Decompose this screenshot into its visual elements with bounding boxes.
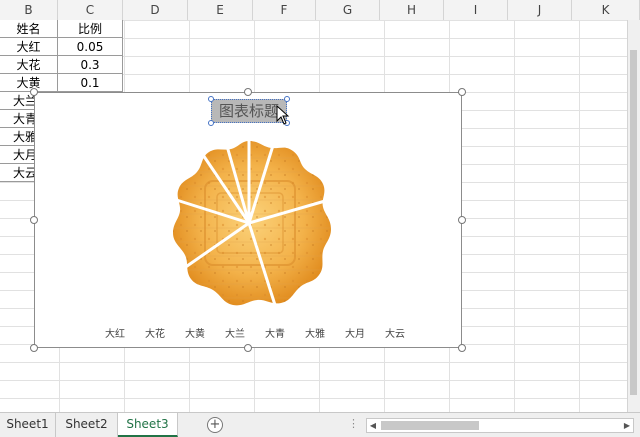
resize-handle-right[interactable]	[458, 216, 466, 224]
legend-item[interactable]: 大雅	[305, 325, 325, 340]
column-header-c[interactable]: C	[58, 0, 123, 20]
legend-item[interactable]: 大兰	[225, 325, 245, 340]
splitter-dots-icon[interactable]: ⋮	[348, 417, 359, 430]
resize-handle-left[interactable]	[30, 216, 38, 224]
pie-plot[interactable]	[163, 137, 335, 309]
ratio-cell[interactable]: 0.1	[58, 74, 123, 92]
vertical-scrollbar[interactable]	[627, 20, 640, 412]
mouse-cursor-icon	[276, 105, 290, 125]
resize-handle-bottom-right[interactable]	[458, 344, 466, 352]
name-cell[interactable]: 大红	[0, 38, 58, 56]
header-cell-name[interactable]: 姓名	[0, 20, 58, 38]
horizontal-scroll-thumb[interactable]	[381, 421, 479, 430]
column-header-b[interactable]: B	[0, 0, 58, 20]
column-header-row: B C D E F G H I J K	[0, 0, 640, 21]
sheet-tab[interactable]: Sheet2	[56, 413, 118, 437]
column-header-e[interactable]: E	[188, 0, 253, 20]
name-cell[interactable]: 大花	[0, 56, 58, 74]
resize-handle-bottom[interactable]	[244, 344, 252, 352]
ratio-cell[interactable]: 0.05	[58, 38, 123, 56]
vertical-scroll-thumb[interactable]	[630, 50, 637, 395]
column-header-g[interactable]: G	[316, 0, 380, 20]
sheet-tab-bar: Sheet1 Sheet2 Sheet3 + ⋮ ◀ ▶	[0, 412, 640, 437]
scroll-left-icon[interactable]: ◀	[367, 419, 379, 432]
add-sheet-icon[interactable]: +	[207, 417, 223, 433]
legend-item[interactable]: 大黄	[185, 325, 205, 340]
legend-item[interactable]: 大月	[345, 325, 365, 340]
ratio-cell[interactable]: 0.3	[58, 56, 123, 74]
sheet-tab-active[interactable]: Sheet3	[118, 413, 178, 437]
legend-item[interactable]: 大云	[385, 325, 405, 340]
title-handle[interactable]	[208, 120, 214, 126]
sheet-tab[interactable]: Sheet1	[0, 413, 56, 437]
pie-chart[interactable]: 图表标题 大红 大花 大黄 大兰 大青 大雅 大月 大云	[30, 88, 466, 352]
column-header-i[interactable]: I	[444, 0, 508, 20]
legend-item[interactable]: 大青	[265, 325, 285, 340]
title-handle[interactable]	[208, 96, 214, 102]
resize-handle-top[interactable]	[244, 88, 252, 96]
title-handle[interactable]	[284, 96, 290, 102]
legend-item[interactable]: 大花	[145, 325, 165, 340]
column-header-d[interactable]: D	[123, 0, 188, 20]
horizontal-scrollbar[interactable]: ◀ ▶	[366, 418, 634, 433]
legend-item[interactable]: 大红	[105, 325, 125, 340]
chart-legend[interactable]: 大红 大花 大黄 大兰 大青 大雅 大月 大云	[97, 325, 417, 341]
resize-handle-top-right[interactable]	[458, 88, 466, 96]
header-cell-ratio[interactable]: 比例	[58, 20, 123, 38]
column-header-h[interactable]: H	[380, 0, 444, 20]
scroll-right-icon[interactable]: ▶	[621, 419, 633, 432]
name-cell[interactable]: 大黄	[0, 74, 58, 92]
column-header-j[interactable]: J	[508, 0, 572, 20]
resize-handle-bottom-left[interactable]	[30, 344, 38, 352]
resize-handle-top-left[interactable]	[30, 88, 38, 96]
column-header-k[interactable]: K	[572, 0, 640, 20]
column-header-f[interactable]: F	[253, 0, 316, 20]
